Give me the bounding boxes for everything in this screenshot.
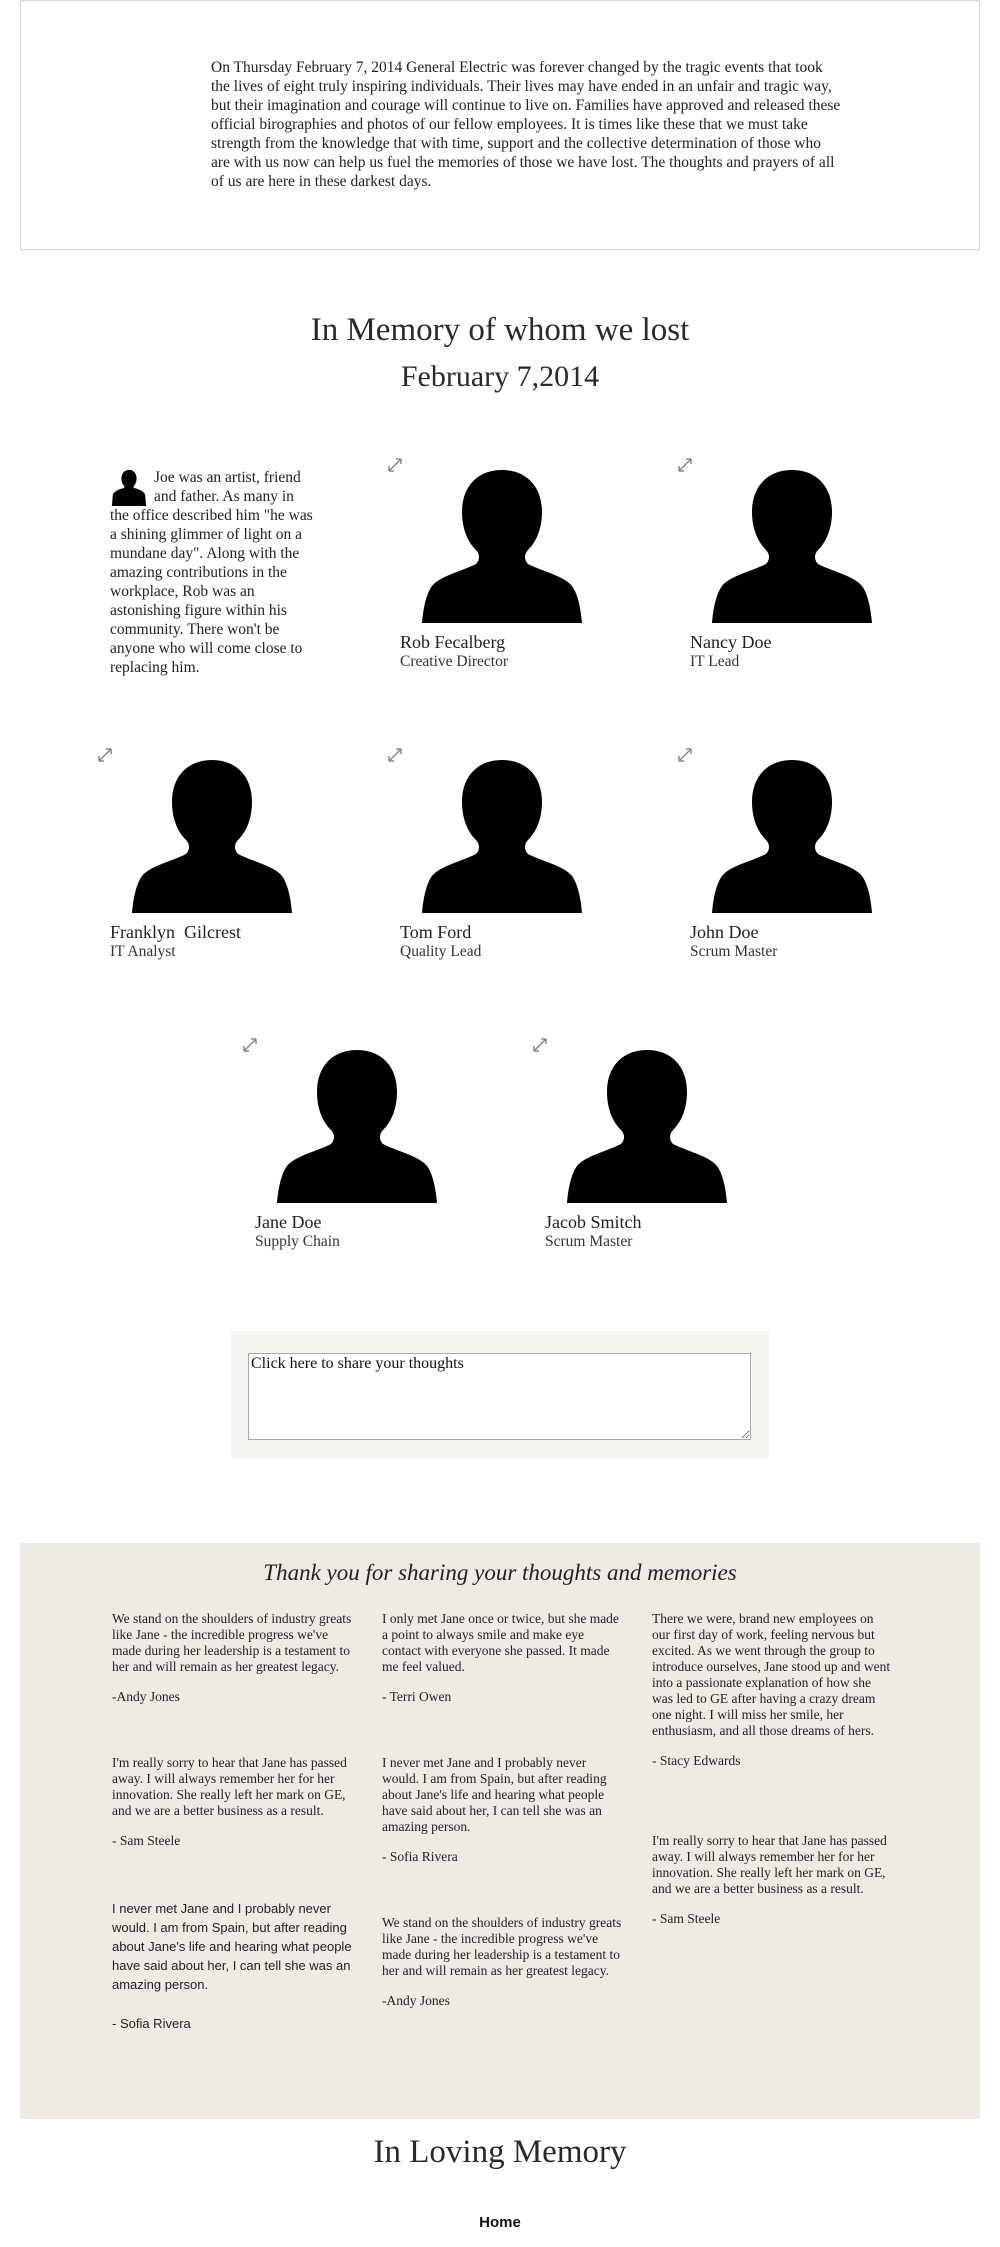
thought-message: I only met Jane once or twice, but she m… bbox=[382, 1611, 619, 1674]
person-name: Franklyn Gilcrest bbox=[110, 922, 241, 942]
thought-author: - Sofia Rivera bbox=[382, 1849, 458, 1864]
thoughts-title: Thank you for sharing your thoughts and … bbox=[263, 1560, 737, 1585]
thought-note: We stand on the shoulders of industry gr… bbox=[112, 1611, 352, 1705]
person-silhouette-icon bbox=[422, 760, 582, 913]
expand-icon[interactable] bbox=[533, 1038, 547, 1052]
thoughts-column: We stand on the shoulders of industry gr… bbox=[112, 1611, 352, 2033]
loving-memory-title: In Loving Memory bbox=[373, 2134, 627, 2170]
memorial-date: February 7,2014 bbox=[400, 360, 600, 393]
person-role: Quality Lead bbox=[400, 943, 482, 960]
thought-message: I never met Jane and I probably never wo… bbox=[382, 1755, 607, 1834]
person-role: Supply Chain bbox=[255, 1233, 340, 1250]
thought-author: - Sofia Rivera bbox=[112, 2016, 191, 2031]
expand-icon[interactable] bbox=[388, 748, 402, 762]
home-link[interactable]: Home bbox=[0, 2214, 1000, 2231]
thought-message: I never met Jane and I probably never wo… bbox=[112, 1901, 352, 1992]
thoughts-column: I only met Jane once or twice, but she m… bbox=[382, 1611, 622, 2009]
expand-icon[interactable] bbox=[243, 1038, 257, 1052]
thoughts-section: Thank you for sharing your thoughts and … bbox=[20, 1543, 980, 2119]
thoughts-column: There we were, brand new employees on ou… bbox=[652, 1611, 892, 1927]
thought-note: There we were, brand new employees on ou… bbox=[652, 1611, 892, 1769]
person-silhouette-icon bbox=[712, 760, 872, 913]
intro-text: On Thursday February 7, 2014 General Ele… bbox=[211, 59, 841, 190]
thought-note: I never met Jane and I probably never wo… bbox=[382, 1755, 622, 1865]
bio-card[interactable]: Joe was an artist, friend and father. As… bbox=[110, 468, 315, 677]
thought-note: I only met Jane once or twice, but she m… bbox=[382, 1611, 622, 1705]
person-silhouette-icon bbox=[567, 1050, 727, 1203]
thought-author: -Andy Jones bbox=[382, 1993, 450, 2008]
expand-icon[interactable] bbox=[98, 748, 112, 762]
person-role: Scrum Master bbox=[545, 1233, 633, 1250]
person-name: John Doe bbox=[690, 922, 759, 942]
intro-box: On Thursday February 7, 2014 General Ele… bbox=[20, 0, 980, 250]
expand-icon[interactable] bbox=[678, 748, 692, 762]
person-name: Tom Ford bbox=[400, 922, 472, 942]
thought-note: I never met Jane and I probably never wo… bbox=[112, 1899, 352, 2033]
thought-author: - Terri Owen bbox=[382, 1689, 452, 1704]
person-silhouette-icon bbox=[277, 1050, 437, 1203]
expand-icon[interactable] bbox=[388, 458, 402, 472]
memorial-title: In Memory of whom we lost bbox=[310, 312, 690, 348]
person-role: Scrum Master bbox=[690, 943, 778, 960]
expand-icon[interactable] bbox=[678, 458, 692, 472]
person-silhouette-icon bbox=[422, 470, 582, 623]
thought-note: I'm really sorry to hear that Jane has p… bbox=[652, 1833, 892, 1927]
person-silhouette-icon bbox=[132, 760, 292, 913]
person-role: IT Lead bbox=[690, 653, 740, 670]
thought-message: We stand on the shoulders of industry gr… bbox=[112, 1611, 352, 1674]
thought-note: I'm really sorry to hear that Jane has p… bbox=[112, 1755, 352, 1849]
person-name: Jane Doe bbox=[255, 1212, 322, 1232]
person-name: Rob Fecalberg bbox=[400, 632, 506, 652]
thought-author: - Sam Steele bbox=[112, 1833, 181, 1848]
thought-message: We stand on the shoulders of industry gr… bbox=[382, 1915, 622, 1978]
person-role: Creative Director bbox=[400, 653, 509, 670]
thought-author: -Andy Jones bbox=[112, 1689, 180, 1704]
person-name: Nancy Doe bbox=[690, 632, 772, 652]
thought-note: We stand on the shoulders of industry gr… bbox=[382, 1915, 622, 2009]
thought-message: I'm really sorry to hear that Jane has p… bbox=[112, 1755, 347, 1818]
share-thoughts-input[interactable]: Click here to share your thoughts bbox=[248, 1353, 751, 1440]
thought-author: - Sam Steele bbox=[652, 1911, 721, 1926]
thought-author: - Stacy Edwards bbox=[652, 1753, 741, 1768]
person-role: IT Analyst bbox=[110, 943, 176, 960]
thought-message: There we were, brand new employees on ou… bbox=[652, 1611, 891, 1738]
thought-message: I'm really sorry to hear that Jane has p… bbox=[652, 1833, 887, 1896]
person-silhouette-icon bbox=[111, 469, 147, 506]
person-name: Jacob Smitch bbox=[545, 1212, 642, 1232]
person-silhouette-icon bbox=[712, 470, 872, 623]
share-thoughts-panel: Click here to share your thoughts bbox=[231, 1331, 769, 1459]
